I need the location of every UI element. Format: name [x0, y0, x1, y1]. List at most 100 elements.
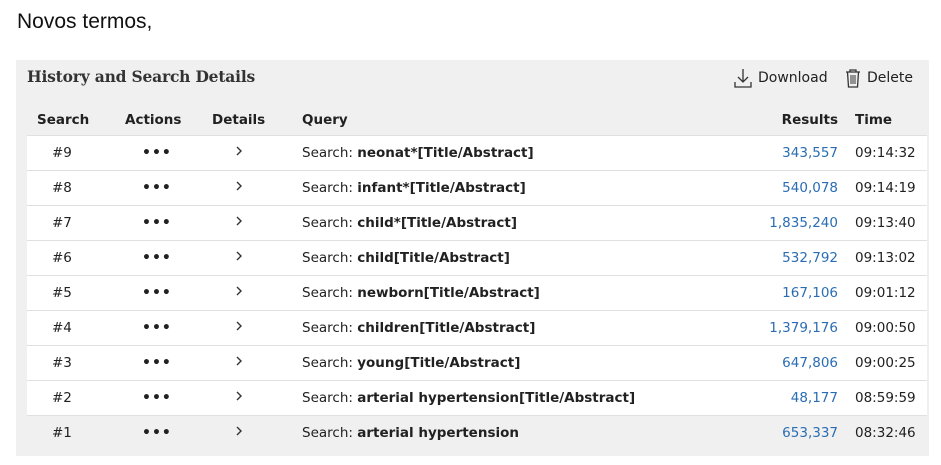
actions-cell: ••• — [125, 275, 212, 311]
time-cell: 08:32:46 — [838, 415, 927, 450]
results-link[interactable]: 167,106 — [782, 285, 838, 301]
search-number: #5 — [27, 275, 125, 311]
results-link[interactable]: 343,557 — [782, 145, 838, 161]
chevron-right-icon[interactable] — [234, 425, 244, 441]
more-actions-icon[interactable]: ••• — [142, 285, 172, 301]
column-header-query: Query — [302, 104, 728, 136]
actions-cell: ••• — [125, 240, 212, 276]
details-cell — [212, 345, 302, 381]
details-cell — [212, 380, 302, 416]
time-cell: 09:13:40 — [838, 205, 927, 241]
actions-cell: ••• — [125, 135, 212, 171]
column-header-search: Search — [27, 104, 125, 136]
details-cell — [212, 240, 302, 276]
query-cell: Search: neonat*[Title/Abstract] — [302, 135, 728, 171]
time-cell: 09:14:19 — [838, 170, 927, 206]
query-prefix: Search: — [302, 180, 353, 196]
query-term: newborn[Title/Abstract] — [357, 285, 540, 301]
results-link[interactable]: 1,835,240 — [769, 215, 838, 231]
history-panel: History and Search Details Download Dele… — [16, 60, 929, 456]
actions-cell: ••• — [125, 380, 212, 416]
more-actions-icon[interactable]: ••• — [142, 180, 172, 196]
query-cell: Search: child*[Title/Abstract] — [302, 205, 728, 241]
chevron-right-icon[interactable] — [234, 250, 244, 266]
results-link[interactable]: 540,078 — [782, 180, 838, 196]
search-number: #8 — [27, 170, 125, 206]
intro-text: Novos termos, — [17, 10, 153, 33]
actions-cell: ••• — [125, 170, 212, 206]
search-number: #3 — [27, 345, 125, 381]
query-cell: Search: newborn[Title/Abstract] — [302, 275, 728, 311]
time-cell: 09:01:12 — [838, 275, 927, 311]
chevron-right-icon[interactable] — [234, 180, 244, 196]
more-actions-icon[interactable]: ••• — [142, 145, 172, 161]
time-cell: 09:14:32 — [838, 135, 927, 171]
results-cell: 343,557 — [728, 135, 838, 171]
search-number: #9 — [27, 135, 125, 171]
query-term: arterial hypertension — [357, 425, 519, 441]
query-cell: Search: young[Title/Abstract] — [302, 345, 728, 381]
results-link[interactable]: 647,806 — [782, 355, 838, 371]
column-header-time: Time — [838, 104, 927, 136]
chevron-right-icon[interactable] — [234, 320, 244, 336]
search-number: #2 — [27, 380, 125, 416]
table-row: #5 ••• Search: newborn[Title/Abstract] 167,… — [27, 275, 927, 311]
time-cell: 09:00:25 — [838, 345, 927, 381]
query-prefix: Search: — [302, 215, 353, 231]
results-link[interactable]: 532,792 — [782, 250, 838, 266]
table-row: #9 ••• Search: neonat*[Title/Abstract] 343,… — [27, 135, 927, 171]
history-table: Search Actions Details Query Results Tim… — [27, 104, 927, 450]
more-actions-icon[interactable]: ••• — [142, 320, 172, 336]
results-cell: 653,337 — [728, 415, 838, 450]
more-actions-icon[interactable]: ••• — [142, 390, 172, 406]
chevron-right-icon[interactable] — [234, 215, 244, 231]
table-row: #6 ••• Search: child[Title/Abstract] 532,79… — [27, 240, 927, 276]
more-actions-icon[interactable]: ••• — [142, 215, 172, 231]
delete-label: Delete — [867, 70, 913, 86]
details-cell — [212, 275, 302, 311]
query-prefix: Search: — [302, 285, 353, 301]
download-button[interactable]: Download — [733, 66, 828, 90]
query-prefix: Search: — [302, 145, 353, 161]
query-term: arterial hypertension[Title/Abstract] — [357, 390, 636, 406]
time-cell: 09:00:50 — [838, 310, 927, 346]
query-cell: Search: arterial hypertension — [302, 415, 728, 450]
table-header-row: Search Actions Details Query Results Tim… — [27, 104, 927, 136]
chevron-right-icon[interactable] — [234, 355, 244, 371]
download-icon — [734, 69, 752, 88]
query-term: children[Title/Abstract] — [357, 320, 536, 336]
results-cell: 1,379,176 — [728, 310, 838, 346]
column-header-details: Details — [212, 104, 302, 136]
query-term: child*[Title/Abstract] — [357, 215, 517, 231]
more-actions-icon[interactable]: ••• — [142, 250, 172, 266]
time-cell: 09:13:02 — [838, 240, 927, 276]
results-link[interactable]: 653,337 — [782, 425, 838, 441]
more-actions-icon[interactable]: ••• — [142, 355, 172, 371]
query-term: neonat*[Title/Abstract] — [357, 145, 534, 161]
column-header-actions: Actions — [125, 104, 212, 136]
query-prefix: Search: — [302, 425, 353, 441]
query-term: infant*[Title/Abstract] — [357, 180, 526, 196]
chevron-right-icon[interactable] — [234, 145, 244, 161]
details-cell — [212, 135, 302, 171]
results-cell: 540,078 — [728, 170, 838, 206]
results-link[interactable]: 1,379,176 — [769, 320, 838, 336]
actions-cell: ••• — [125, 205, 212, 241]
results-link[interactable]: 48,177 — [791, 390, 838, 406]
results-cell: 647,806 — [728, 345, 838, 381]
trash-icon — [846, 69, 860, 88]
query-cell: Search: arterial hypertension[Title/Abst… — [302, 380, 728, 416]
search-number: #1 — [27, 415, 125, 450]
table-row: #3 ••• Search: young[Title/Abstract] 647,80… — [27, 345, 927, 381]
results-cell: 1,835,240 — [728, 205, 838, 241]
table-row: #7 ••• Search: child*[Title/Abstract] 1,835… — [27, 205, 927, 241]
details-cell — [212, 415, 302, 450]
chevron-right-icon[interactable] — [234, 285, 244, 301]
delete-button[interactable]: Delete — [844, 66, 913, 90]
actions-cell: ••• — [125, 415, 212, 450]
chevron-right-icon[interactable] — [234, 390, 244, 406]
time-cell: 08:59:59 — [838, 380, 927, 416]
more-actions-icon[interactable]: ••• — [142, 425, 172, 441]
search-number: #6 — [27, 240, 125, 276]
query-prefix: Search: — [302, 355, 353, 371]
